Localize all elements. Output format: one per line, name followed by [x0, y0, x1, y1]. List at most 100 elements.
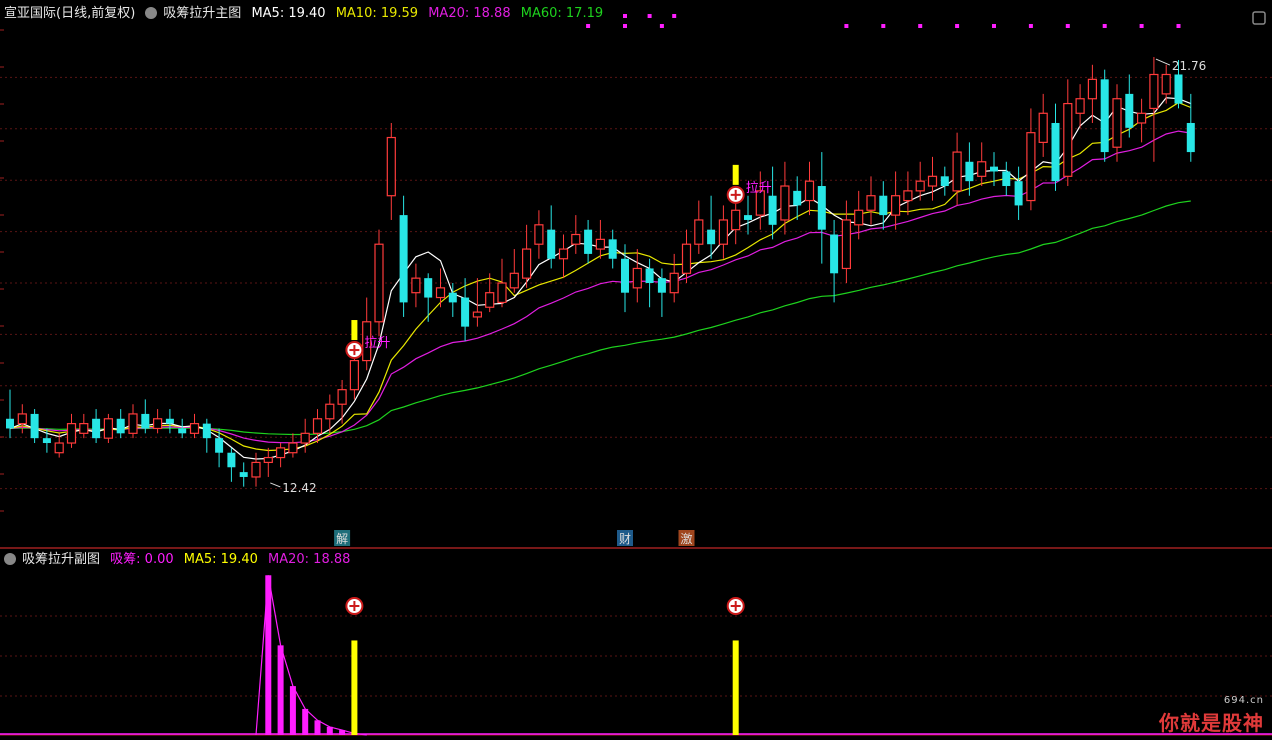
candle-body: [411, 277, 421, 294]
stock-title[interactable]: 宣亚国际(日线,前复权): [4, 6, 135, 21]
sub-chart-header: 吸筹拉升副图 吸筹: 0.00 MA5: 19.40 MA20: 18.88: [4, 549, 356, 571]
candle-body: [854, 209, 864, 226]
candle-body: [374, 243, 384, 323]
event-ji-label[interactable]: 激: [681, 532, 693, 546]
candle-body: [669, 272, 679, 294]
candle-body: [1075, 98, 1085, 114]
candle-body: [1002, 171, 1011, 187]
top-marker: [1102, 24, 1107, 28]
sub-ma5-value: MA5: 19.40: [183, 552, 258, 567]
ma10-line: [9, 101, 1192, 452]
candle-body: [42, 438, 51, 444]
signal-label: 拉升: [746, 181, 772, 196]
top-marker: [1028, 24, 1033, 28]
candle-body: [79, 423, 89, 434]
candle-body: [1125, 93, 1134, 128]
candle-body: [1186, 122, 1195, 153]
indicator-toggle-icon[interactable]: [4, 553, 16, 565]
candle-body: [830, 234, 839, 274]
sub-chart-bars: [0, 575, 1272, 736]
grid-lines: [0, 29, 1272, 736]
candle-body: [707, 229, 716, 245]
candle-body: [116, 418, 125, 434]
candle-body: [632, 267, 642, 289]
magenta-bar: [289, 686, 296, 735]
candle-body: [657, 278, 666, 293]
candle-body: [128, 413, 138, 434]
top-marker: [844, 24, 849, 28]
candle-body: [927, 175, 938, 187]
magenta-bar: [314, 720, 321, 735]
candle-body: [337, 389, 347, 405]
candle-body: [621, 258, 629, 293]
low-price-arrow: [270, 482, 281, 488]
candle-body: [17, 413, 27, 425]
candle-body: [312, 418, 323, 434]
candle-body: [30, 413, 39, 439]
candle-body: [399, 215, 408, 303]
candle-body: [448, 292, 457, 303]
candle-body: [1112, 98, 1122, 148]
top-marker: [1065, 24, 1070, 28]
top-marker: [992, 24, 996, 28]
kline-chart[interactable]: 21.76 12.42 拉升 拉升 解 财 激: [0, 0, 1272, 740]
candle-body: [54, 442, 64, 454]
candle-body: [1174, 74, 1183, 104]
candlesticks: [6, 57, 1195, 487]
candle-body: [768, 195, 777, 225]
top-marker: [955, 24, 960, 28]
watermark-site: 694.cn: [1223, 695, 1264, 706]
candle-body: [66, 423, 77, 444]
candle-body: [645, 268, 654, 283]
candle-body: [977, 161, 987, 177]
candle-body: [92, 418, 101, 439]
event-jie-label[interactable]: 解: [336, 532, 348, 546]
candle-body: [965, 161, 974, 182]
candle-body: [1136, 112, 1147, 124]
candle-body: [903, 190, 913, 202]
candle-body: [804, 180, 815, 202]
candle-body: [694, 219, 704, 245]
main-indicator-name[interactable]: 吸筹拉升主图: [163, 6, 241, 21]
signal-bar: [351, 320, 358, 341]
top-markers: [586, 11, 1266, 28]
signal-label: 拉升: [364, 336, 390, 351]
candle-body: [521, 248, 532, 279]
candle-body: [915, 180, 925, 192]
top-marker: [1139, 24, 1144, 28]
candle-body: [1087, 78, 1098, 100]
candle-body: [472, 311, 482, 318]
candle-body: [239, 472, 248, 477]
ma60-value: MA60: 17.19: [520, 6, 604, 21]
candle-body: [534, 224, 544, 245]
indicator-toggle-icon[interactable]: [145, 7, 158, 19]
candle-body: [461, 297, 470, 327]
watermark-text: 你就是股神: [1159, 711, 1264, 735]
top-marker: [881, 24, 886, 28]
candle-body: [1100, 79, 1109, 153]
event-cai-label[interactable]: 财: [619, 532, 631, 546]
candle-body: [509, 272, 519, 289]
candle-body: [424, 278, 433, 298]
sub-ma20-value: MA20: 18.88: [268, 552, 351, 567]
candle-body: [153, 418, 163, 430]
candle-body: [547, 229, 556, 259]
candle-body: [1051, 122, 1060, 182]
ma20-value: MA20: 18.88: [428, 6, 511, 21]
sub-indicator-name[interactable]: 吸筹拉升副图: [22, 552, 100, 567]
yellow-bar: [732, 640, 739, 735]
candle-body: [866, 195, 876, 211]
top-marker: [623, 24, 627, 28]
candle-body: [1149, 73, 1159, 110]
candle-body: [990, 166, 998, 172]
candle-body: [386, 136, 396, 197]
top-marker: [647, 14, 652, 18]
candle-body: [485, 292, 495, 308]
ma20-line: [9, 130, 1191, 444]
candle-body: [141, 413, 150, 429]
magenta-bar: [277, 645, 284, 735]
candle-body: [940, 176, 949, 187]
candle-body: [595, 238, 606, 250]
candle-body: [1063, 102, 1073, 177]
candle-body: [879, 195, 888, 216]
